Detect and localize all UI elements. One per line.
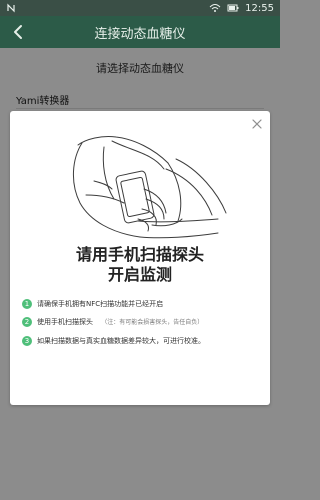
back-button[interactable] [6,20,30,44]
page-title: 连接动态血糖仪 [94,26,186,42]
scan-instructions-dialog: 请用手机扫描探头 开启监测 1 请确保手机拥有NFC扫描功能并已经开启 2 使用… [10,111,270,405]
select-device-header: 请选择动态血糖仪 [96,62,184,75]
status-right: 12:55 [209,3,274,14]
dialog-headline: 请用手机扫描探头 开启监测 [10,245,270,285]
step-number: 2 [22,317,32,327]
device-name: Yami转换器 [16,96,70,107]
step-text: 如果扫描数据与真实血糖数据差异较大，可进行校准。 [37,336,205,346]
close-icon [252,119,262,129]
step-3: 3 如果扫描数据与真实血糖数据差异较大，可进行校准。 [22,336,258,346]
step-number: 3 [22,336,32,346]
headline-line-1: 请用手机扫描探头 [75,245,204,264]
headline-line-2: 开启监测 [107,265,172,284]
step-text-main: 使用手机扫描探头 [37,318,93,326]
scan-illustration [72,136,227,239]
status-bar: 12:55 [0,0,280,16]
step-text: 使用手机扫描探头 （注：有可能会损害探头，告任自负） [37,317,203,328]
step-text: 请确保手机拥有NFC扫描功能并已经开启 [37,299,163,309]
step-number: 1 [22,299,32,309]
step-text-main: 请确保手机拥有NFC扫描功能并已经开启 [37,300,164,308]
step-text-main: 如果扫描数据与真实血糖数据差异较大，可进行校准。 [37,337,205,345]
device-item-yami[interactable]: Yami转换器 [16,92,264,108]
nfc-icon [7,3,15,13]
step-note: （注：有可能会损害探头，告任自负） [101,319,204,326]
chevron-left-icon [14,25,22,39]
status-left [6,3,16,13]
instruction-steps: 1 请确保手机拥有NFC扫描功能并已经开启 2 使用手机扫描探头 （注：有可能会… [22,299,258,354]
battery-icon [227,4,239,12]
step-2: 2 使用手机扫描探头 （注：有可能会损害探头，告任自负） [22,317,258,328]
device-divider [16,108,264,109]
status-time: 12:55 [245,2,274,14]
close-button[interactable] [248,115,266,133]
app-bar: 连接动态血糖仪 [0,16,280,48]
wifi-icon [209,4,221,12]
screen: 12:55 连接动态血糖仪 请选择动态血糖仪 Yami转换器 请用手机扫描探头 … [0,0,280,500]
step-1: 1 请确保手机拥有NFC扫描功能并已经开启 [22,299,258,309]
